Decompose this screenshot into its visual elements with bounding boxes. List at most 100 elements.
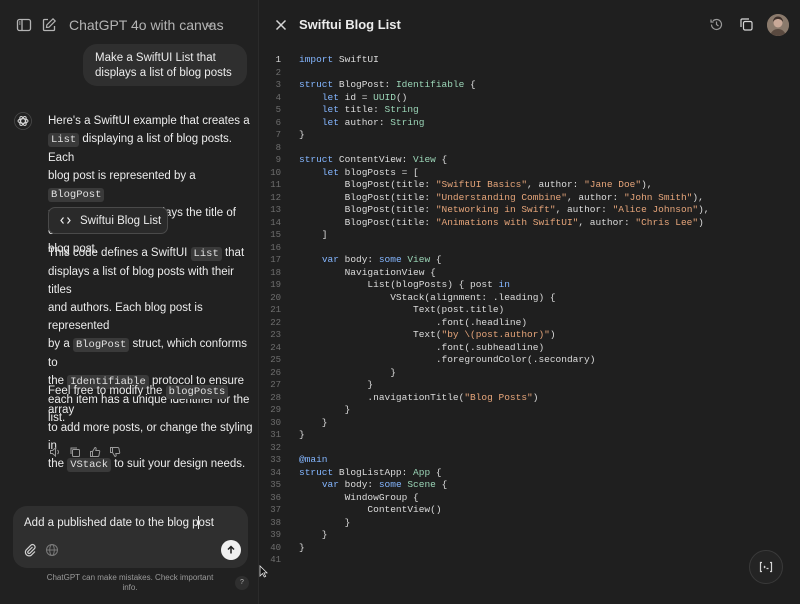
- line-number: 33: [270, 455, 281, 465]
- globe-icon[interactable]: [45, 543, 59, 557]
- code-line[interactable]: Text("by \(post.author)"): [299, 329, 556, 342]
- code-line[interactable]: List(blogPosts) { post in: [299, 279, 510, 292]
- code-line[interactable]: struct ContentView: View {: [299, 154, 447, 167]
- avatar-image: [767, 14, 789, 36]
- code-editor[interactable]: 1 import SwiftUI 2 3 struct BlogPost: Identi…: [259, 54, 800, 567]
- line-number: 38: [270, 517, 281, 528]
- help-button[interactable]: ?: [235, 576, 249, 590]
- code-line[interactable]: var body: some Scene {: [299, 479, 447, 492]
- code-line[interactable]: BlogPost(title: "Animations with SwiftUI…: [299, 217, 704, 230]
- code-line[interactable]: @main: [299, 454, 328, 467]
- sidebar-toggle-icon[interactable]: [16, 17, 32, 33]
- code-row: 37 ContentView(): [259, 504, 800, 517]
- code-line[interactable]: .font(.subheadline): [299, 342, 544, 355]
- close-icon[interactable]: [275, 19, 287, 31]
- code-review-icon: [759, 561, 773, 573]
- chatgpt-logo-icon: [14, 112, 32, 130]
- code-line[interactable]: let id = UUID(): [299, 92, 408, 105]
- code-line[interactable]: }: [299, 379, 373, 392]
- code-line[interactable]: BlogPost(title: "Networking in Swift", a…: [299, 204, 710, 217]
- chevron-down-icon[interactable]: [203, 19, 215, 31]
- history-icon[interactable]: [709, 17, 724, 32]
- code-line[interactable]: .font(.headline): [299, 317, 527, 330]
- code-row: 5 let title: String: [259, 104, 800, 117]
- code-line[interactable]: Text(post.title): [299, 304, 504, 317]
- mouse-pointer-icon: [259, 565, 268, 578]
- code-row: 40}: [259, 542, 800, 555]
- model-selector[interactable]: ChatGPT 4o with canvas: [69, 17, 224, 33]
- code-line[interactable]: }: [299, 367, 396, 380]
- code-row: 25 .foregroundColor(.secondary): [259, 354, 800, 367]
- code-line[interactable]: .navigationTitle("Blog Posts"): [299, 392, 538, 405]
- code-line[interactable]: }: [299, 404, 351, 417]
- text-span: Feel free to modify the: [48, 385, 166, 397]
- code-row: 2: [259, 67, 800, 80]
- line-number: 17: [270, 255, 281, 265]
- code-row: 4 let id = UUID(): [259, 92, 800, 105]
- open-canvas-button[interactable]: Swiftui Blog List: [48, 207, 168, 234]
- code-line[interactable]: struct BlogPost: Identifiable {: [299, 79, 476, 92]
- text-line: displays a list of blog posts with their…: [48, 266, 235, 296]
- line-number: 32: [270, 442, 281, 453]
- code-row: 14 BlogPost(title: "Animations with Swif…: [259, 217, 800, 230]
- code-row: 29 }: [259, 404, 800, 417]
- assistant-paragraph-1: Here's a SwiftUI example that creates a …: [48, 112, 253, 258]
- code-line[interactable]: }: [299, 542, 305, 555]
- line-number: 36: [270, 492, 281, 503]
- new-chat-icon[interactable]: [41, 17, 57, 33]
- attach-icon[interactable]: [23, 543, 37, 557]
- code-actions-button[interactable]: [749, 550, 783, 584]
- message-input[interactable]: [24, 515, 214, 531]
- code-line[interactable]: NavigationView {: [299, 267, 436, 280]
- line-number: 13: [270, 205, 281, 215]
- line-number: 24: [270, 342, 281, 353]
- code-row: 28 .navigationTitle("Blog Posts"): [259, 392, 800, 405]
- user-avatar[interactable]: [767, 14, 789, 36]
- line-number: 40: [270, 542, 281, 553]
- code-line[interactable]: VStack(alignment: .leading) {: [299, 292, 555, 305]
- thumbs-up-icon[interactable]: [89, 446, 101, 458]
- copy-icon[interactable]: [69, 446, 81, 458]
- code-row: 9 struct ContentView: View {: [259, 154, 800, 167]
- line-number: 2: [275, 67, 281, 78]
- code-row: 7}: [259, 129, 800, 142]
- read-aloud-icon[interactable]: [49, 446, 61, 458]
- code-row: 27 }: [259, 379, 800, 392]
- send-button[interactable]: [221, 540, 241, 560]
- code-row: 41: [259, 554, 800, 567]
- code-row: 17 var body: some View {: [259, 254, 800, 267]
- thumbs-down-icon[interactable]: [109, 446, 121, 458]
- code-line[interactable]: BlogPost(title: "SwiftUI Basics", author…: [299, 179, 653, 192]
- copy-document-icon[interactable]: [739, 17, 754, 32]
- code-line[interactable]: struct BlogListApp: App {: [299, 467, 442, 480]
- code-line[interactable]: ContentView(): [299, 504, 441, 517]
- line-number: 16: [270, 242, 281, 253]
- code-line[interactable]: let author: String: [299, 117, 425, 130]
- code-line[interactable]: let blogPosts = [: [299, 167, 419, 180]
- code-line[interactable]: WindowGroup {: [299, 492, 419, 505]
- code-line[interactable]: }: [299, 517, 351, 530]
- code-line[interactable]: }: [299, 429, 305, 442]
- code-row: 36 WindowGroup {: [259, 492, 800, 505]
- code-line[interactable]: }: [299, 129, 305, 142]
- line-number: 1: [275, 55, 281, 65]
- line-number: 18: [270, 267, 281, 278]
- code-row: 30 }: [259, 417, 800, 430]
- code-line[interactable]: let title: String: [299, 104, 419, 117]
- arrow-up-icon: [227, 545, 235, 554]
- open-canvas-label: Swiftui Blog List: [80, 214, 162, 227]
- text-line: Here's a SwiftUI example that creates a: [48, 115, 250, 127]
- code-line[interactable]: BlogPost(title: "Understanding Combine",…: [299, 192, 704, 205]
- code-line[interactable]: ]: [299, 229, 328, 242]
- code-row: 20 VStack(alignment: .leading) {: [259, 292, 800, 305]
- code-line[interactable]: var body: some View {: [299, 254, 442, 267]
- line-number: 39: [270, 530, 281, 540]
- line-number: 6: [275, 117, 281, 128]
- code-line[interactable]: }: [299, 529, 328, 542]
- code-line[interactable]: }: [299, 417, 328, 430]
- code-line[interactable]: .foregroundColor(.secondary): [299, 354, 596, 367]
- line-number: 22: [270, 317, 281, 328]
- inline-code: BlogPost: [48, 188, 105, 202]
- code-row: 39 }: [259, 529, 800, 542]
- code-line[interactable]: import SwiftUI: [299, 54, 379, 67]
